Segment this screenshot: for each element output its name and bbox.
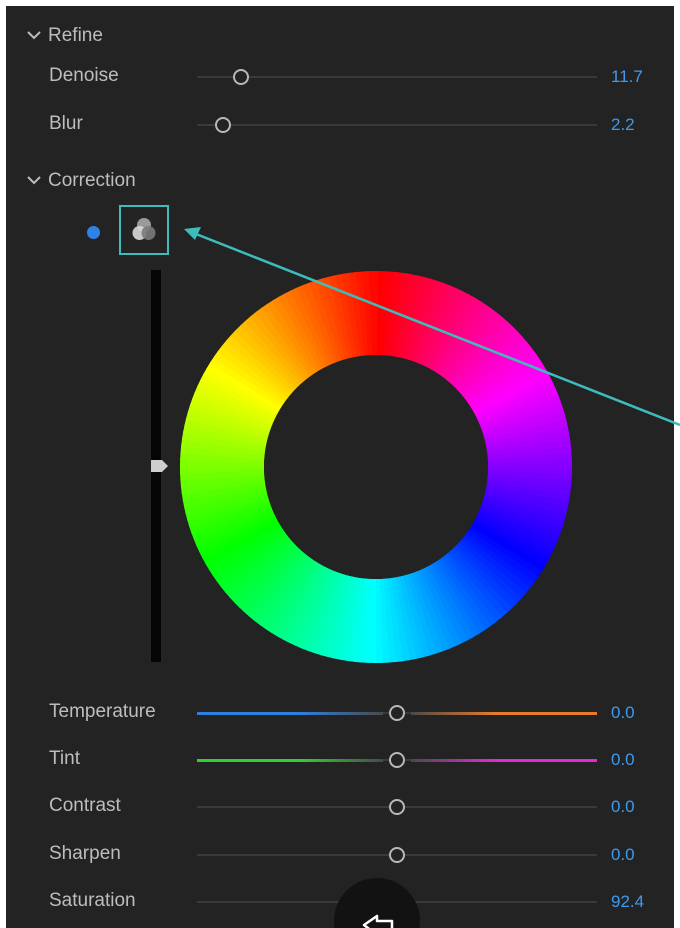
correction-section-header[interactable]: Correction [24,166,136,196]
tint-magenta-segment [411,758,597,762]
contrast-row: Contrast 0.0 [6,787,674,827]
blur-row: Blur 2.2 [6,105,674,145]
temperature-value[interactable]: 0.0 [611,703,635,723]
saturation-label: Saturation [49,890,136,911]
color-components-icon [132,218,156,240]
refine-section-header[interactable]: Refine [24,21,103,51]
blur-slider-track[interactable] [197,124,597,126]
luminance-slider-handle[interactable] [150,459,170,473]
back-button[interactable] [334,878,420,928]
temperature-row: Temperature 0.0 [6,693,674,733]
sharpen-label: Sharpen [49,843,121,864]
tint-label: Tint [49,748,80,769]
correction-section-title: Correction [48,170,136,191]
blur-value[interactable]: 2.2 [611,115,635,135]
tint-slider-thumb[interactable] [389,752,405,768]
sharpen-row: Sharpen 0.0 [6,835,674,875]
effects-panel: Refine Denoise 11.7 Blur 2.2 Correction … [6,6,674,928]
temperature-slider-thumb[interactable] [389,705,405,721]
active-mode-dot [87,226,100,239]
sharpen-slider-thumb[interactable] [389,847,405,863]
contrast-value[interactable]: 0.0 [611,797,635,817]
back-arrow-icon [362,914,394,928]
tint-green-segment [197,758,383,762]
chevron-down-icon [27,31,41,40]
contrast-slider-thumb[interactable] [389,799,405,815]
contrast-label: Contrast [49,795,121,816]
temperature-cool-segment [197,711,383,715]
blur-slider-thumb[interactable] [215,117,231,133]
color-wheel[interactable] [178,269,574,665]
denoise-row: Denoise 11.7 [6,57,674,97]
color-components-button[interactable] [119,205,169,255]
denoise-slider-thumb[interactable] [233,69,249,85]
refine-section-title: Refine [48,25,103,46]
saturation-value[interactable]: 92.4 [611,892,644,912]
wheel-center [264,355,488,579]
temperature-warm-segment [411,711,597,715]
temperature-label: Temperature [49,701,156,722]
sharpen-value[interactable]: 0.0 [611,845,635,865]
tint-row: Tint 0.0 [6,740,674,780]
denoise-slider-track[interactable] [197,76,597,78]
blur-label: Blur [49,113,83,134]
denoise-value[interactable]: 11.7 [611,67,643,87]
tint-value[interactable]: 0.0 [611,750,635,770]
chevron-down-icon [27,176,41,185]
denoise-label: Denoise [49,65,119,86]
